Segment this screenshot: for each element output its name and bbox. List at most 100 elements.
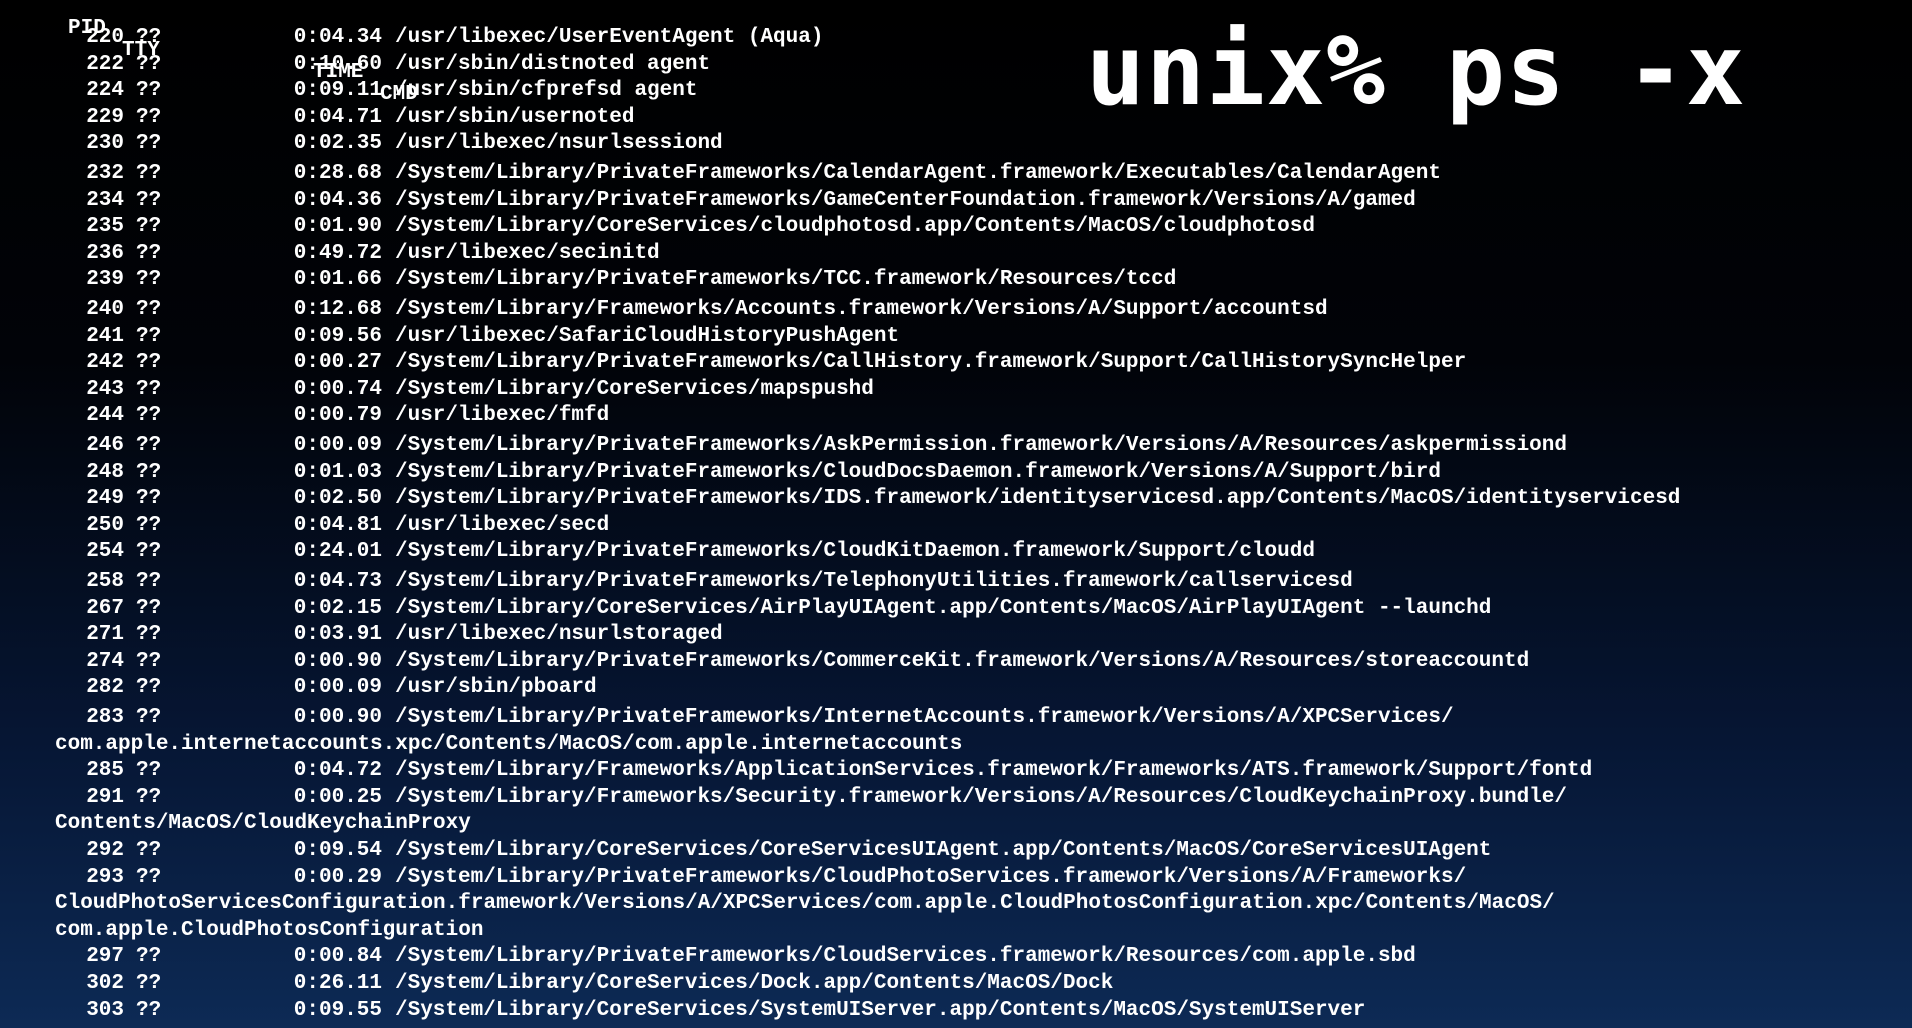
process-time: 0:03.91: [293, 623, 382, 647]
process-cmd: /System/Library/Frameworks/Security.fram…: [55, 785, 1895, 838]
process-time: 0:04.36: [293, 188, 382, 212]
process-pid: 292: [86, 839, 124, 862]
process-time: 0:01.90: [293, 215, 382, 239]
process-time: 0:28.68: [293, 162, 382, 185]
process-tty: ??: [136, 460, 162, 484]
terminal-window: PID TTY TIME CMD 220?? 0:04.34/usr/libexe…: [0, 0, 1912, 1028]
process-tty: ??: [136, 434, 162, 457]
process-cmd-text: /System/Library/CoreServices/Dock.app/Co…: [395, 972, 1114, 995]
process-tty: ??: [136, 268, 162, 292]
process-time: 0:04.34: [293, 26, 382, 49]
process-pid: 239: [86, 268, 124, 292]
process-cmd: /System/Library/PrivateFrameworks/CloudP…: [55, 865, 1895, 945]
process-time: 0:00.79: [293, 404, 382, 428]
process-pid: 236: [86, 241, 124, 265]
process-cmd-text: /System/Library/CoreServices/mapspushd: [395, 377, 874, 401]
process-time: 0:49.72: [293, 241, 382, 265]
process-tty: ??: [136, 945, 162, 969]
process-tty: ??: [136, 998, 162, 1022]
process-cmd-text: /usr/libexec/UserEventAgent (Aqua): [395, 26, 824, 49]
process-cmd-text: /System/Library/PrivateFrameworks/GameCe…: [395, 188, 1416, 212]
process-cmd-text: /System/Library/PrivateFrameworks/Calend…: [395, 162, 1441, 185]
process-cmd: /usr/libexec/nsurlstoraged: [395, 622, 1895, 649]
process-cmd-text: /System/Library/Frameworks/Security.fram…: [395, 785, 1567, 809]
process-tty: ??: [136, 324, 162, 348]
process-cmd-text: /System/Library/CoreServices/cloudphotos…: [395, 215, 1315, 239]
process-cmd-text: /System/Library/PrivateFrameworks/Teleph…: [395, 570, 1353, 593]
process-cmd: /System/Library/PrivateFrameworks/CallHi…: [395, 350, 1895, 377]
process-cmd: /System/Library/PrivateFrameworks/Teleph…: [395, 569, 1895, 596]
process-time: 0:02.15: [293, 596, 382, 620]
process-tty: ??: [136, 105, 162, 129]
process-pid: 297: [86, 945, 124, 969]
process-cmd-text: /System/Library/CoreServices/AirPlayUIAg…: [395, 596, 1492, 620]
process-pid: 283: [86, 706, 124, 729]
process-cmd-text: /usr/libexec/SafariCloudHistoryPushAgent: [395, 324, 900, 348]
process-pid: 267: [86, 596, 124, 620]
process-cmd: /System/Library/CoreServices/mapspushd: [395, 377, 1895, 404]
process-pid: 243: [86, 377, 124, 401]
process-tty: ??: [136, 759, 162, 783]
process-tty: ??: [136, 241, 162, 265]
process-pid: 303: [86, 998, 124, 1022]
process-cmd-continuation: Contents/MacOS/CloudKeychainProxy: [55, 812, 471, 836]
process-cmd: /System/Library/PrivateFrameworks/CloudS…: [395, 944, 1895, 971]
process-time: 0:00.09: [293, 434, 382, 457]
process-time: 0:09.55: [293, 998, 382, 1022]
process-time: 0:04.81: [293, 513, 382, 537]
process-tty: ??: [136, 79, 162, 103]
process-time: 0:10.60: [293, 52, 382, 76]
process-tty: ??: [136, 706, 162, 729]
process-pid: 250: [86, 513, 124, 537]
process-cmd-text: /System/Library/PrivateFrameworks/AskPer…: [395, 434, 1567, 457]
process-pid: 244: [86, 404, 124, 428]
process-time: 0:01.03: [293, 460, 382, 484]
process-pid: 246: [86, 434, 124, 457]
process-time: 0:01.66: [293, 268, 382, 292]
process-time: 0:24.01: [293, 540, 382, 564]
process-cmd: /System/Library/PrivateFrameworks/GameCe…: [395, 188, 1895, 215]
process-time: 0:00.29: [293, 865, 382, 889]
process-pid: 274: [86, 649, 124, 673]
process-cmd: /usr/libexec/SafariCloudHistoryPushAgent: [395, 324, 1895, 351]
process-cmd: /usr/libexec/secd: [395, 513, 1895, 540]
process-tty: ??: [136, 676, 162, 700]
process-cmd: /System/Library/PrivateFrameworks/Calend…: [395, 161, 1895, 188]
process-time: 0:00.25: [293, 785, 382, 809]
process-tty: ??: [136, 215, 162, 239]
process-cmd: /System/Library/Frameworks/ApplicationSe…: [395, 758, 1895, 785]
command-title: unix% ps -x: [1086, 14, 1747, 128]
process-time: 0:04.71: [293, 105, 382, 129]
process-cmd-text: /usr/libexec/fmfd: [395, 404, 610, 428]
process-cmd-text: /usr/sbin/distnoted agent: [395, 52, 711, 76]
process-pid: 293: [86, 865, 124, 889]
process-time: 0:09.11: [293, 79, 382, 103]
process-pid: 220: [86, 26, 124, 49]
process-time: 0:04.72: [293, 759, 382, 783]
process-tty: ??: [136, 540, 162, 564]
process-pid: 248: [86, 460, 124, 484]
process-tty: ??: [136, 162, 162, 185]
process-cmd: /usr/libexec/fmfd: [395, 403, 1895, 430]
process-pid: 229: [86, 105, 124, 129]
process-cmd-text: /System/Library/PrivateFrameworks/Commer…: [395, 649, 1530, 673]
process-tty: ??: [136, 570, 162, 593]
process-cmd-text: /usr/libexec/secd: [395, 513, 610, 537]
process-tty: ??: [136, 865, 162, 889]
process-tty: ??: [136, 972, 162, 995]
process-cmd-text: /System/Library/PrivateFrameworks/CloudS…: [395, 945, 1416, 969]
process-cmd-text: /System/Library/Frameworks/ApplicationSe…: [395, 759, 1593, 783]
process-pid: 232: [86, 162, 124, 185]
process-tty: ??: [136, 487, 162, 511]
process-cmd-text: /System/Library/CoreServices/SystemUISer…: [395, 998, 1366, 1022]
process-time: 0:04.73: [293, 570, 382, 593]
process-time: 0:12.68: [293, 298, 382, 321]
ps-header-row: PID TTY TIME CMD: [0, 0, 418, 106]
process-tty: ??: [136, 298, 162, 321]
process-tty: ??: [136, 623, 162, 647]
process-time: 0:00.84: [293, 945, 382, 969]
process-tty: ??: [136, 513, 162, 537]
process-time: 0:00.27: [293, 351, 382, 375]
process-pid: 291: [86, 785, 124, 809]
process-cmd: /System/Library/PrivateFrameworks/Commer…: [395, 649, 1895, 676]
